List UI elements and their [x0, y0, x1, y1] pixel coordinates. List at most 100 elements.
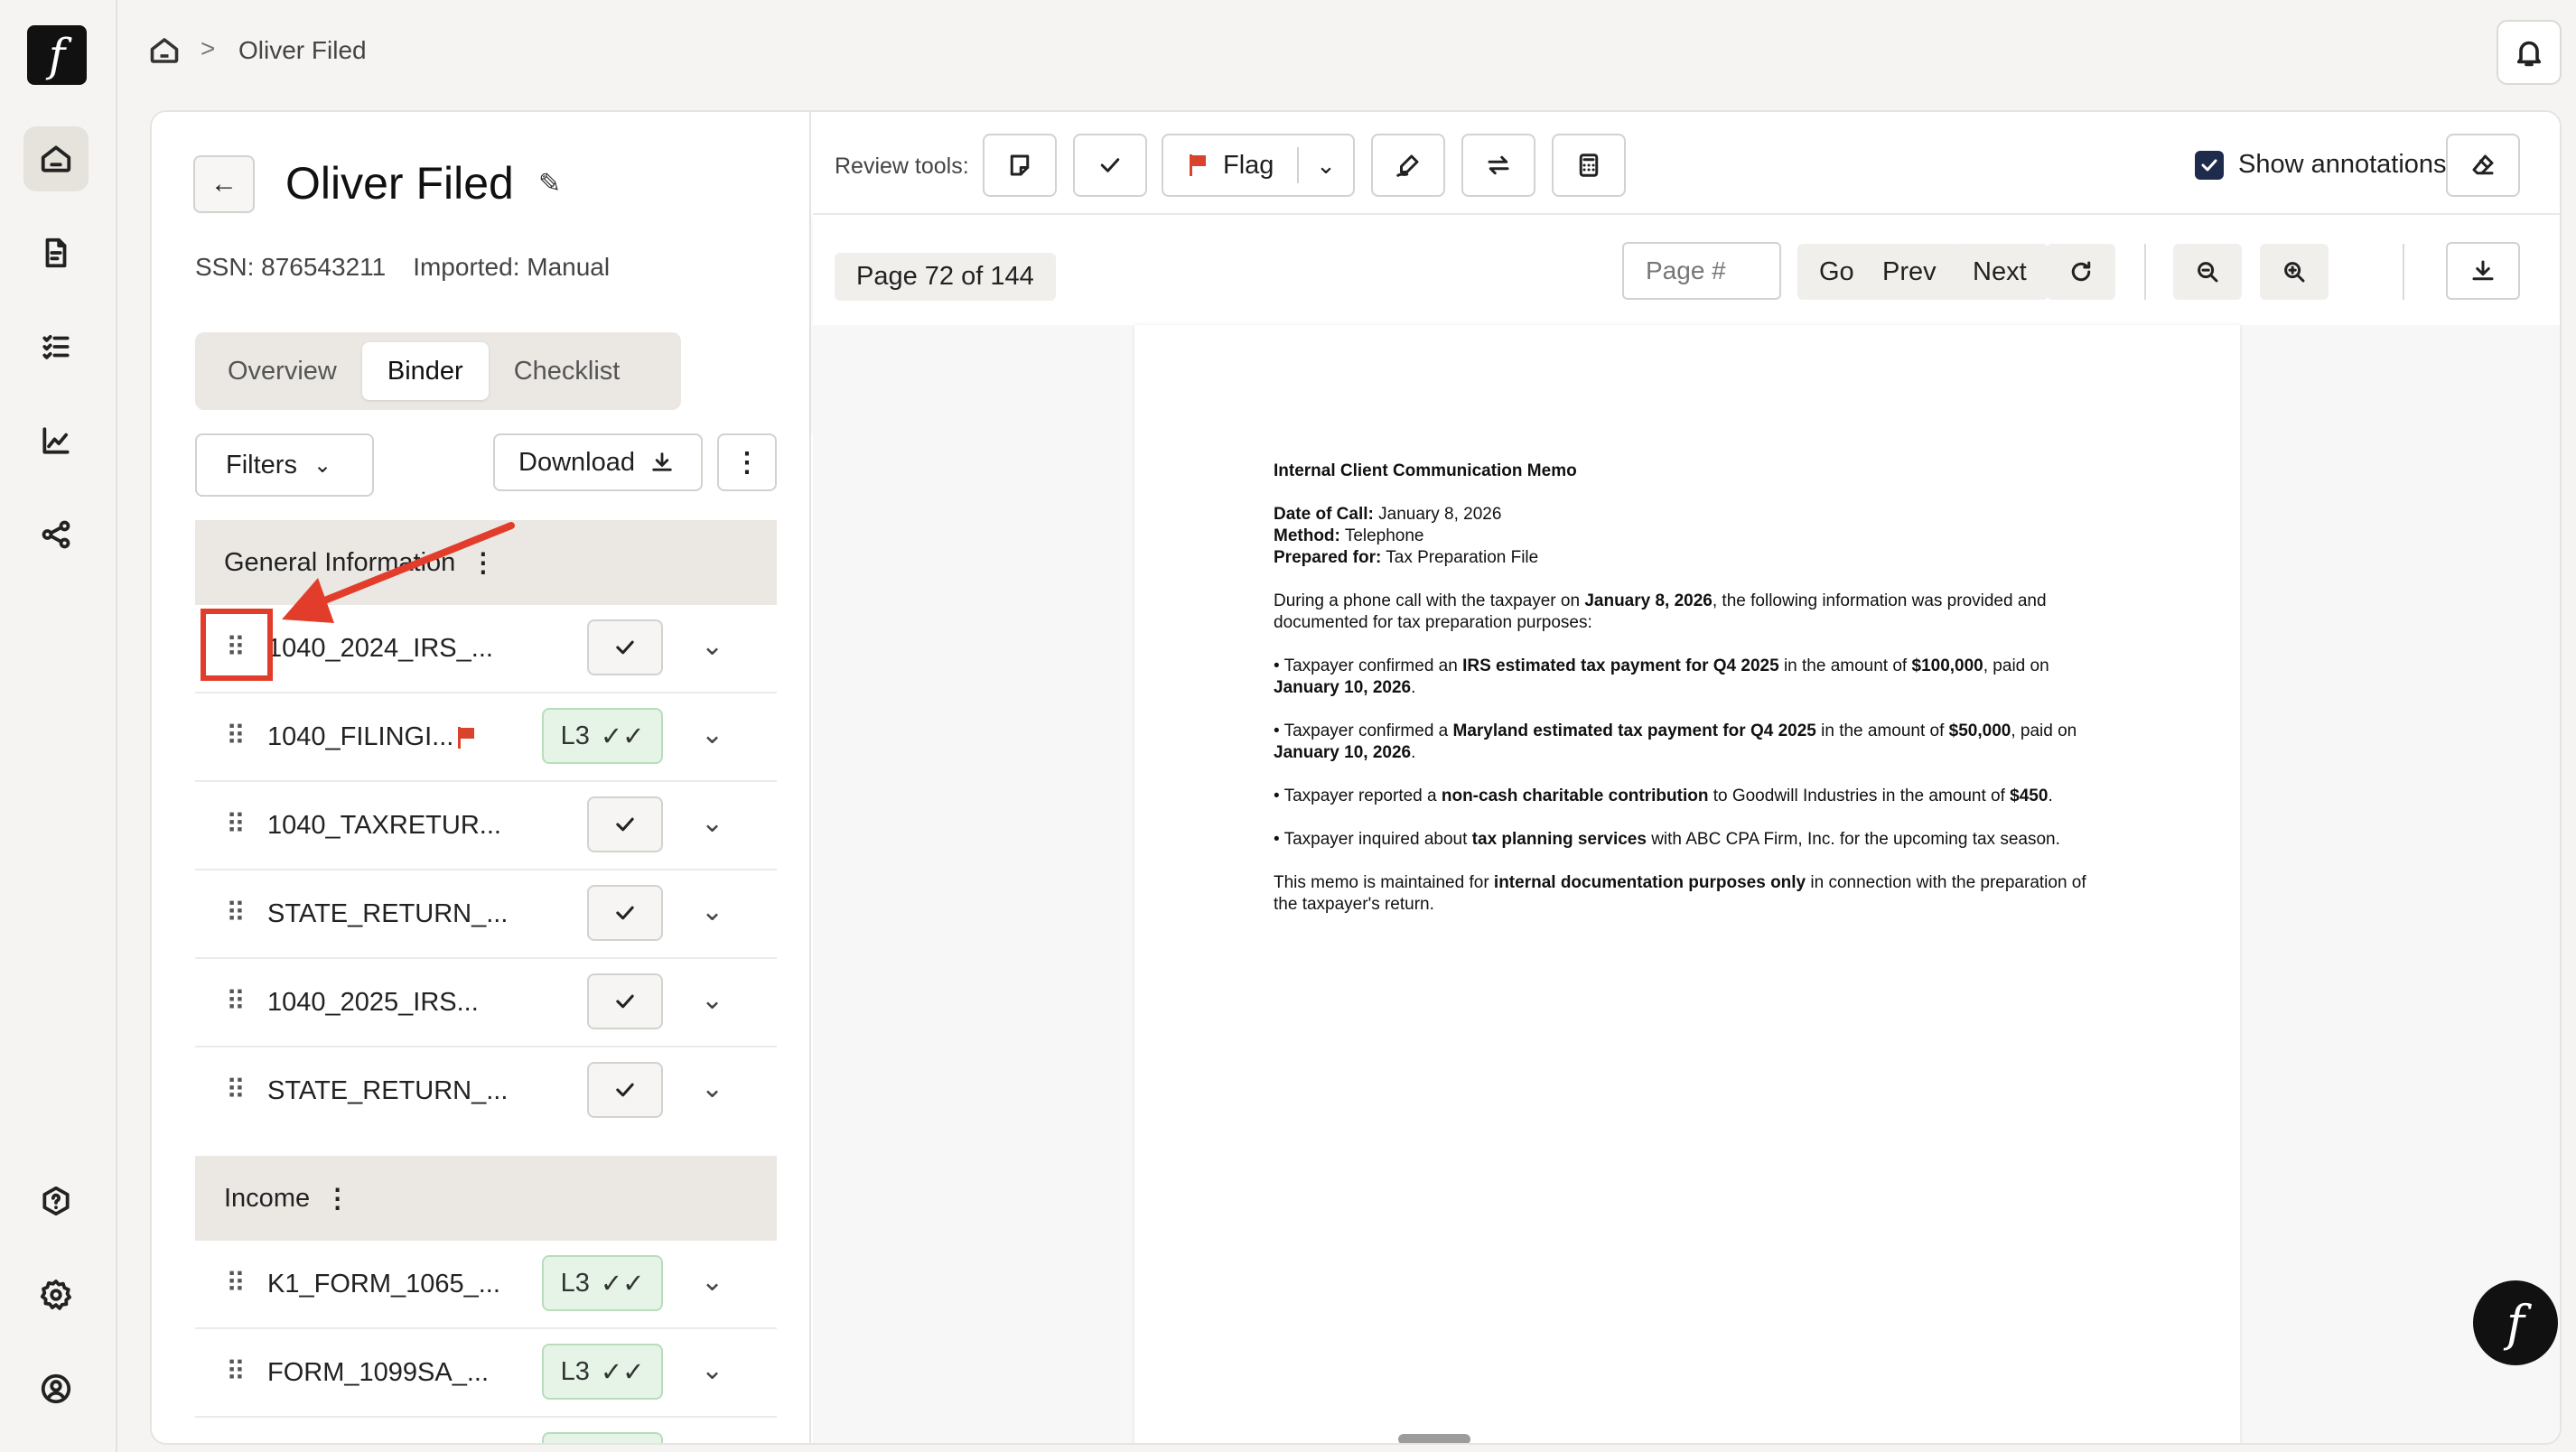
home-icon [150, 38, 179, 63]
nav-account[interactable] [23, 1356, 89, 1421]
chevron-down-icon[interactable]: ⌄ [701, 1354, 723, 1386]
filters-label: Filters [226, 450, 297, 479]
review-toolbar: Review tools: Flag ⌄ Show annotations [813, 112, 2560, 213]
nav-home[interactable] [23, 126, 89, 191]
drag-handle-icon[interactable]: ⠿ [226, 809, 246, 841]
rotate-button[interactable] [2047, 244, 2115, 300]
nav-analytics[interactable] [23, 408, 89, 473]
nav-documents[interactable] [23, 220, 89, 285]
reviewed-button[interactable] [587, 885, 663, 941]
client-title: Oliver Filed [285, 158, 514, 209]
document-viewer-pane: Review tools: Flag ⌄ Show annotations Pa… [813, 112, 2560, 1443]
next-button[interactable]: Next [1951, 244, 2049, 300]
chevron-down-icon[interactable]: ⌄ [701, 630, 723, 662]
sticky-note-button[interactable] [983, 134, 1057, 197]
reviewed-button[interactable] [587, 1062, 663, 1118]
double-check-icon: ✓✓ [600, 1357, 645, 1387]
nav-help[interactable] [23, 1168, 89, 1233]
filters-button[interactable]: Filters ⌄ [195, 433, 374, 497]
section-header[interactable]: General Information ⋮ [195, 520, 777, 605]
review-tools-label: Review tools: [835, 154, 969, 179]
tab-checklist[interactable]: Checklist [489, 342, 646, 400]
swap-button[interactable] [1461, 134, 1535, 197]
memo-body: Internal Client Communication Memo Date … [1274, 461, 2086, 937]
page-number-input[interactable] [1622, 242, 1781, 300]
back-button[interactable]: ← [193, 155, 255, 213]
chevron-down-icon[interactable]: ⌄ [701, 719, 723, 750]
clear-annotations-button[interactable] [2446, 134, 2520, 197]
page-indicator: Page 72 of 144 [835, 253, 1056, 301]
checklist-icon [42, 335, 70, 359]
document-canvas[interactable]: Internal Client Communication Memo Date … [813, 325, 2560, 1443]
table-row[interactable]: ⠿ 1040_TAXRETUR... ⌄ [195, 782, 777, 870]
reviewed-button[interactable] [587, 796, 663, 852]
sign-button[interactable] [1371, 134, 1445, 197]
double-check-icon: ✓✓ [600, 1269, 645, 1298]
show-annotations-checkbox[interactable] [2195, 150, 2224, 180]
memo-intro: During a phone call with the taxpayer on… [1274, 591, 2047, 632]
download-document-button[interactable] [2446, 242, 2520, 300]
flag-icon [458, 727, 474, 749]
app-logo[interactable]: f [27, 25, 87, 85]
share-icon [42, 520, 70, 549]
level-label: L3 [560, 721, 590, 750]
notifications-button[interactable] [2497, 20, 2562, 85]
section-kebab-icon[interactable]: ⋮ [470, 547, 496, 579]
table-row[interactable]: ⠿ 1040_2024_IRS_... ⌄ [195, 605, 777, 693]
nav-share[interactable] [23, 502, 89, 567]
reviewed-button[interactable] [587, 619, 663, 675]
zoom-in-button[interactable] [2260, 244, 2329, 300]
level-badge[interactable]: L3 ✓✓ [542, 708, 663, 764]
edit-name-icon[interactable]: ✎ [538, 168, 561, 200]
table-row[interactable]: ⠿ STATE_RETURN_... ⌄ [195, 1047, 777, 1136]
section-kebab-icon[interactable]: ⋮ [324, 1183, 350, 1215]
chevron-down-icon[interactable]: ⌄ [701, 1073, 723, 1104]
flag-button[interactable]: Flag ⌄ [1162, 134, 1355, 197]
breadcrumb-current[interactable]: Oliver Filed [238, 36, 367, 65]
nav-checklist[interactable] [23, 314, 89, 379]
chevron-down-icon[interactable]: ⌄ [1299, 152, 1353, 180]
drag-handle-icon[interactable]: ⠿ [226, 1268, 246, 1299]
tab-binder[interactable]: Binder [361, 342, 489, 400]
table-row[interactable]: ⠿ FORM_1099SA_... L3 ✓✓ ⌄ [195, 1329, 777, 1418]
level-badge[interactable]: L3 ✓✓ [542, 1344, 663, 1400]
chevron-down-icon[interactable]: ⌄ [701, 1266, 723, 1298]
chevron-down-icon[interactable]: ⌄ [701, 807, 723, 839]
nav-settings[interactable] [23, 1262, 89, 1327]
chevron-down-icon[interactable]: ⌄ [701, 984, 723, 1016]
table-row[interactable]: ⠿ 1040_FILINGI... L3 ✓✓ ⌄ [195, 693, 777, 782]
calculator-icon [1579, 154, 1599, 177]
horizontal-scrollbar[interactable] [1398, 1434, 1470, 1443]
mark-reviewed-button[interactable] [1073, 134, 1147, 197]
drag-handle-icon[interactable]: ⠿ [226, 898, 246, 929]
download-button[interactable]: Download [493, 433, 703, 491]
help-icon [42, 1186, 70, 1216]
table-row[interactable]: ⠿ 1040_2025_IRS... ⌄ [195, 959, 777, 1047]
table-row[interactable]: ⠿ STATE_RETURN_... ⌄ [195, 870, 777, 959]
breadcrumb-home[interactable] [148, 34, 181, 71]
drag-handle-icon[interactable]: ⠿ [226, 1075, 246, 1106]
table-row[interactable]: ⠿ K1_FORM_1065_... L3 ✓✓ ⌄ [195, 1241, 777, 1329]
level-badge[interactable]: L3 ✓✓ [542, 1255, 663, 1311]
zoom-out-button[interactable] [2173, 244, 2242, 300]
level-badge-partial [542, 1432, 663, 1443]
assistant-fab[interactable]: f [2473, 1280, 2558, 1365]
toolbar-divider [2403, 244, 2404, 300]
show-annotations-toggle[interactable]: Show annotations [2195, 150, 2447, 180]
section-header[interactable]: Income ⋮ [195, 1156, 777, 1241]
tab-overview[interactable]: Overview [202, 342, 362, 400]
reviewed-button[interactable] [587, 973, 663, 1029]
drag-handle-icon[interactable]: ⠿ [226, 1356, 246, 1388]
calculator-button[interactable] [1552, 134, 1626, 197]
rotate-icon [2071, 261, 2091, 282]
chevron-down-icon[interactable]: ⌄ [701, 896, 723, 927]
check-icon [1100, 158, 1120, 172]
more-options-button[interactable]: ⋮ [717, 433, 777, 491]
download-icon [652, 452, 672, 471]
file-name: K1_FORM_1065_... [267, 1270, 500, 1298]
level-label: L3 [560, 1356, 590, 1386]
drag-handle-icon[interactable]: ⠿ [226, 986, 246, 1018]
drag-handle-icon[interactable]: ⠿ [226, 721, 246, 752]
main-card: ← Oliver Filed ✎ SSN: 876543211 Imported:… [150, 110, 2562, 1445]
prev-button[interactable]: Prev [1861, 244, 1958, 300]
